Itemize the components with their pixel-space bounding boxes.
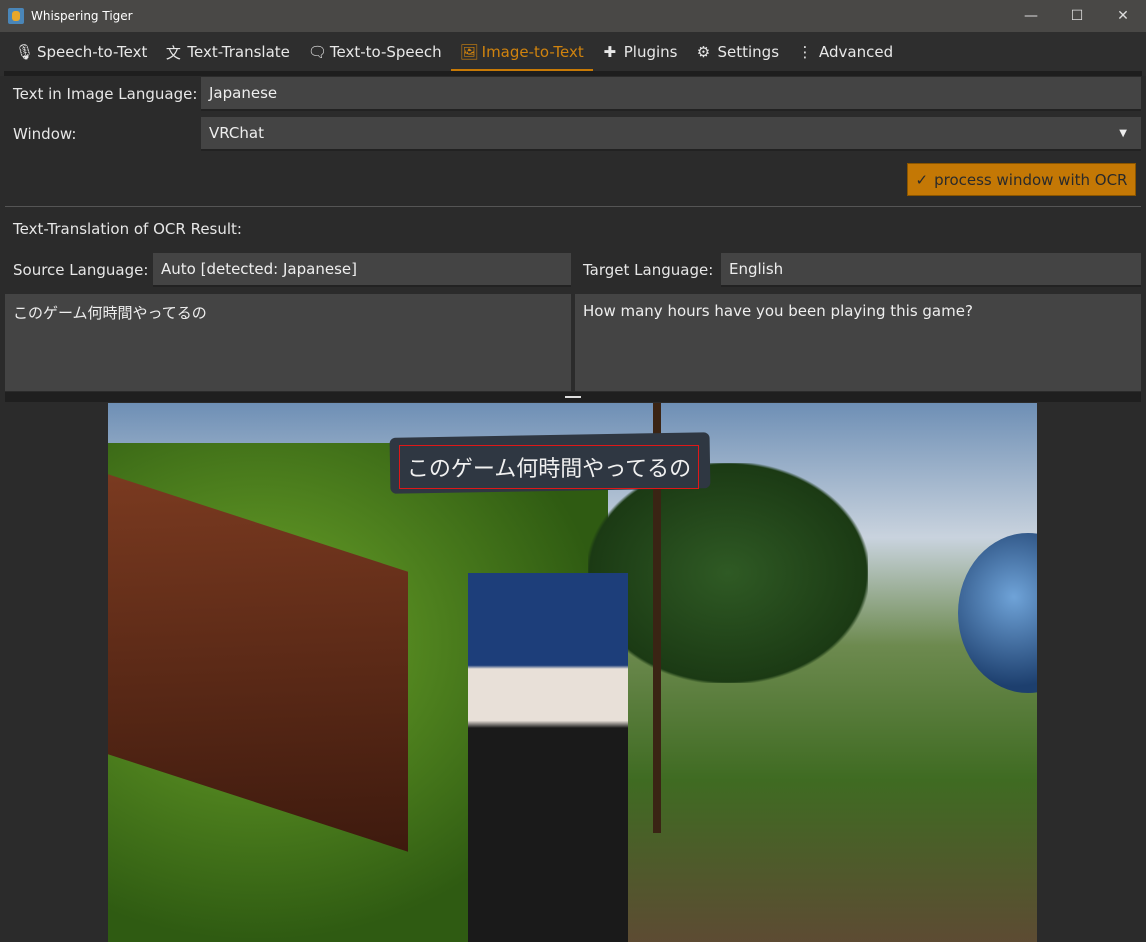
process-ocr-label: process window with OCR — [934, 170, 1128, 189]
minimize-button[interactable]: — — [1008, 0, 1054, 32]
message-icon: 🗨 — [307, 43, 327, 61]
window-select[interactable]: VRChat ▼ — [201, 117, 1141, 151]
app-logo-icon — [8, 8, 24, 24]
tab-speech-to-text[interactable]: 🎙 Speech-to-Text — [6, 32, 156, 72]
check-icon: ✓ — [915, 170, 929, 189]
chevron-down-icon: ▼ — [1119, 127, 1127, 139]
more-vertical-icon: ⋮ — [797, 43, 813, 61]
ocr-detected-text-box: このゲーム何時間やってるの — [399, 445, 699, 489]
tab-advanced[interactable]: ⋮ Advanced — [788, 32, 902, 72]
tab-label: Advanced — [819, 43, 894, 61]
earth-globe — [958, 533, 1037, 693]
avatar-character — [468, 573, 628, 942]
target-language-label: Target Language: — [583, 261, 714, 279]
tab-label: Speech-to-Text — [37, 43, 148, 61]
image-language-input[interactable]: Japanese — [201, 77, 1141, 111]
target-language-select[interactable]: English — [721, 253, 1141, 287]
ocr-screenshot-preview: このゲーム何時間やってるの — [108, 403, 1037, 942]
close-button[interactable]: ✕ — [1100, 0, 1146, 32]
image-language-label: Text in Image Language: — [13, 85, 198, 103]
translate-icon: 文 — [165, 43, 181, 62]
maximize-button[interactable]: ☐ — [1054, 0, 1100, 32]
splitter-handle[interactable] — [5, 392, 1141, 402]
tab-label: Image-to-Text — [481, 43, 584, 61]
tab-label: Plugins — [623, 43, 678, 61]
tab-settings[interactable]: ⚙ Settings — [686, 32, 788, 72]
window-label: Window: — [13, 125, 77, 143]
section-divider — [5, 206, 1141, 207]
gear-icon: ⚙ — [696, 43, 711, 61]
tab-label: Text-Translate — [187, 43, 290, 61]
tab-plugins[interactable]: ✚ Plugins — [593, 32, 687, 72]
title-bar: Whispering Tiger — ☐ ✕ — [0, 0, 1146, 32]
puzzle-icon: ✚ — [603, 43, 617, 61]
microphone-chat-icon: 🎙 — [15, 43, 35, 61]
source-language-label: Source Language: — [13, 261, 149, 279]
image-text-icon: 🖼 — [459, 43, 479, 61]
tab-text-to-speech[interactable]: 🗨 Text-to-Speech — [299, 32, 451, 72]
source-text-area[interactable]: このゲーム何時間やってるの — [5, 294, 571, 391]
tab-bar: 🎙 Speech-to-Text 文 Text-Translate 🗨 Text-to… — [0, 32, 1146, 76]
tab-divider — [4, 71, 1142, 76]
tab-image-to-text[interactable]: 🖼 Image-to-Text — [450, 32, 593, 73]
tab-label: Settings — [717, 43, 780, 61]
translation-heading: Text-Translation of OCR Result: — [13, 220, 242, 238]
window-select-value: VRChat — [209, 124, 264, 142]
tab-label: Text-to-Speech — [329, 43, 442, 61]
process-ocr-button[interactable]: ✓ process window with OCR — [907, 163, 1136, 196]
window-title: Whispering Tiger — [31, 9, 133, 23]
tab-text-translate[interactable]: 文 Text-Translate — [156, 32, 298, 72]
source-language-select[interactable]: Auto [detected: Japanese] — [153, 253, 571, 287]
target-text-area[interactable]: How many hours have you been playing thi… — [575, 294, 1141, 391]
